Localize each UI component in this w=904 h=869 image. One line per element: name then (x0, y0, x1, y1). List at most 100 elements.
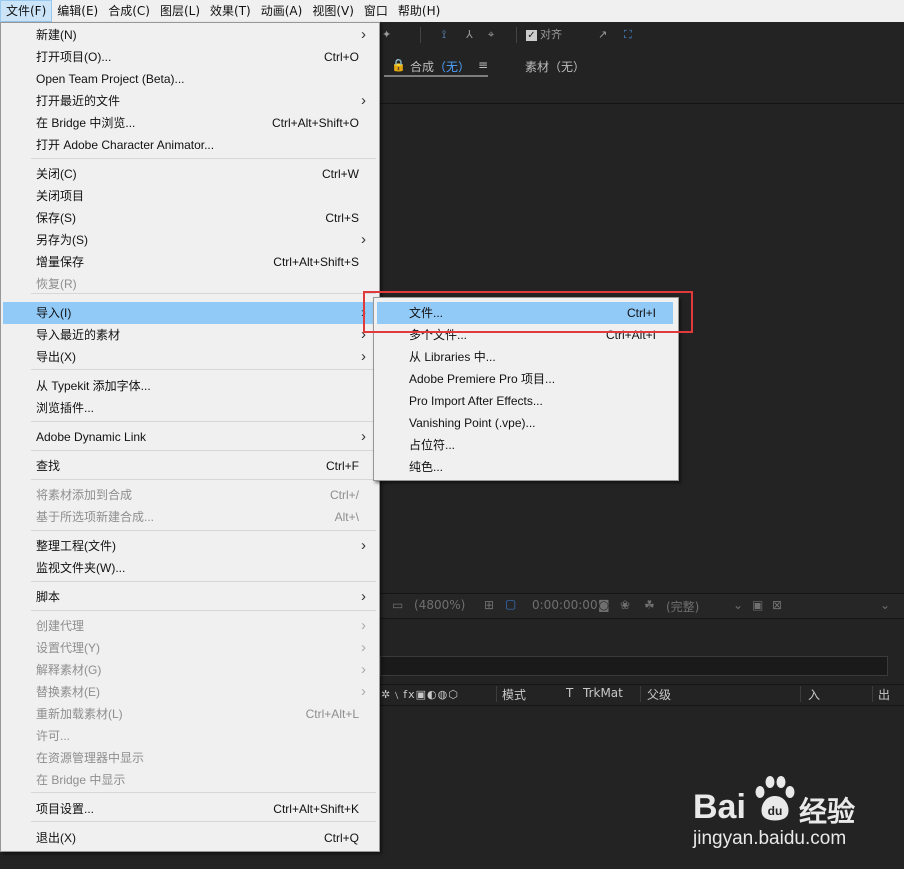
menu-item-close-project[interactable]: 关闭项目 (3, 185, 376, 207)
menu-item-license[interactable]: 许可... (3, 725, 376, 747)
snap-features-icon[interactable]: ⛶ (624, 26, 632, 44)
menu-item-close[interactable]: 关闭(C) Ctrl+W (3, 163, 376, 185)
column-in[interactable]: 入 (808, 686, 820, 703)
menu-item-add-fonts-typekit[interactable]: 从 Typekit 添加字体... (3, 375, 376, 397)
region-icon[interactable]: ▢ (505, 597, 516, 611)
camera-icon[interactable]: ◙ (598, 598, 610, 612)
chevron-right-icon: › (361, 537, 366, 554)
menu-effect[interactable]: 效果(T) (205, 0, 256, 22)
monitor-icon[interactable]: ▭ (392, 598, 403, 612)
menu-item-label: 导入(I) (36, 306, 72, 320)
submenu-item-label: 纯色... (409, 460, 444, 474)
menu-item-save[interactable]: 保存(S) Ctrl+S (3, 207, 376, 229)
color-wheel-icon[interactable]: ❀ (620, 598, 630, 612)
menu-item-new-comp-from-selection[interactable]: 基于所选项新建合成... Alt+\ (3, 506, 376, 528)
menu-view[interactable]: 视图(V) (307, 0, 359, 22)
menu-item-shortcut: Ctrl+Alt+Shift+O (271, 116, 359, 130)
menu-animation[interactable]: 动画(A) (256, 0, 308, 22)
menu-item-scripts[interactable]: 脚本 › (3, 586, 376, 608)
transparency-grid-icon[interactable]: ⊠ (772, 598, 782, 612)
menu-item-label: 将素材添加到合成 (36, 488, 133, 502)
column-out[interactable]: 出 (878, 686, 890, 703)
submenu-item-pro-import-after-effects[interactable]: Pro Import After Effects... (377, 390, 673, 412)
menu-separator (31, 530, 376, 531)
menu-edit[interactable]: 编辑(E) (52, 0, 103, 22)
menu-item-watch-folder[interactable]: 监视文件夹(W)... (3, 557, 376, 579)
zoom-dropdown[interactable]: (4800%) (414, 598, 465, 612)
svg-text:du: du (768, 804, 783, 818)
menu-item-import-recent-footage[interactable]: 导入最近的素材 › (3, 324, 376, 346)
menu-item-open-project[interactable]: 打开项目(O)... Ctrl+O (3, 46, 376, 68)
world-axis-icon[interactable]: ⅄ (466, 26, 473, 44)
submenu-item-label: Vanishing Point (.vpe)... (409, 416, 536, 430)
menu-window[interactable]: 窗口 (359, 0, 393, 22)
lock-icon[interactable]: 🔒 (391, 58, 406, 72)
grid-icon[interactable]: ⊞ (484, 598, 494, 612)
menu-item-increment-save[interactable]: 增量保存 Ctrl+Alt+Shift+S (3, 251, 376, 273)
submenu-item-from-libraries[interactable]: 从 Libraries 中... (377, 346, 673, 368)
menu-item-export[interactable]: 导出(X) › (3, 346, 376, 368)
menu-item-open-recent[interactable]: 打开最近的文件 › (3, 90, 376, 112)
menu-item-project-settings[interactable]: 项目设置... Ctrl+Alt+Shift+K (3, 798, 376, 820)
menu-item-dynamic-link[interactable]: Adobe Dynamic Link › (3, 426, 376, 448)
channels-icon[interactable]: ☘ (644, 598, 655, 612)
snap-checkbox[interactable]: ✓ 对齐 (526, 26, 562, 44)
chevron-down-icon[interactable]: ⌄ (733, 598, 743, 612)
puppet-pin-icon[interactable]: ✦ (382, 26, 391, 44)
chevron-down-icon[interactable]: ⌄ (880, 598, 890, 612)
timeline-search-input[interactable] (380, 656, 888, 676)
menu-layer[interactable]: 图层(L) (155, 0, 205, 22)
menu-item-revert[interactable]: 恢复(R) (3, 273, 376, 295)
menu-item-create-proxy[interactable]: 创建代理 › (3, 615, 376, 637)
column-t[interactable]: T (566, 686, 573, 700)
menu-item-dependencies[interactable]: 整理工程(文件) › (3, 535, 376, 557)
paw-logo-icon: du (755, 776, 795, 821)
column-mode[interactable]: 模式 (502, 686, 526, 703)
menu-item-reveal-in-bridge[interactable]: 在 Bridge 中显示 (3, 769, 376, 791)
menu-item-import[interactable]: 导入(I) › (3, 302, 376, 324)
tab-composition[interactable]: 合成（无） (410, 58, 470, 75)
snap-edges-icon[interactable]: ↗ (598, 26, 607, 44)
toolbar-divider (516, 27, 517, 43)
layer-switches-icons[interactable]: ✲﹨fx▣◐◍⬡ (381, 686, 459, 702)
menu-item-label: Adobe Dynamic Link (36, 430, 147, 444)
menu-item-browse-plugins[interactable]: 浏览插件... (3, 397, 376, 419)
menu-item-add-footage-to-comp[interactable]: 将素材添加到合成 Ctrl+/ (3, 484, 376, 506)
column-trkmat[interactable]: TrkMat (583, 686, 623, 700)
local-axis-icon[interactable]: ⟟ (442, 26, 446, 44)
region-of-interest-icon[interactable]: ▣ (752, 598, 763, 612)
column-parent[interactable]: 父级 (647, 686, 671, 703)
submenu-item-premiere-pro-project[interactable]: Adobe Premiere Pro 项目... (377, 368, 673, 390)
menu-item-label: 在资源管理器中显示 (36, 751, 145, 765)
menu-item-open-team-project[interactable]: Open Team Project (Beta)... (3, 68, 376, 90)
menu-item-replace-footage[interactable]: 替换素材(E) › (3, 681, 376, 703)
menu-composition[interactable]: 合成(C) (103, 0, 155, 22)
resolution-dropdown[interactable]: (完整) (666, 598, 699, 615)
menu-item-save-as[interactable]: 另存为(S) › (3, 229, 376, 251)
submenu-item-vanishing-point[interactable]: Vanishing Point (.vpe)... (377, 412, 673, 434)
menu-item-set-proxy[interactable]: 设置代理(Y) › (3, 637, 376, 659)
submenu-item-placeholder[interactable]: 占位符... (377, 434, 673, 456)
menu-file[interactable]: 文件(F) (0, 0, 53, 22)
menu-item-reload-footage[interactable]: 重新加载素材(L) Ctrl+Alt+L (3, 703, 376, 725)
submenu-item-solid[interactable]: 纯色... (377, 456, 673, 478)
menu-item-reveal-in-explorer[interactable]: 在资源管理器中显示 (3, 747, 376, 769)
menu-item-exit[interactable]: 退出(X) Ctrl+Q (3, 827, 376, 849)
menu-item-label: 脚本 (36, 590, 61, 604)
view-axis-icon[interactable]: ⌖ (488, 26, 494, 44)
menu-item-new[interactable]: 新建(N) › (3, 24, 376, 46)
menu-separator (31, 421, 376, 422)
menu-item-label: 增量保存 (36, 255, 85, 269)
panel-menu-icon[interactable]: ≡ (478, 58, 488, 72)
baidu-jingyan-watermark: Bai du 经验 jingyan.baidu.com (693, 768, 893, 858)
menu-item-interpret-footage[interactable]: 解释素材(G) › (3, 659, 376, 681)
tab-footage[interactable]: 素材（无） (525, 58, 585, 75)
timecode-display[interactable]: 0:00:00:00 (532, 598, 598, 612)
checkbox-icon: ✓ (526, 29, 537, 41)
menu-item-browse-in-bridge[interactable]: 在 Bridge 中浏览... Ctrl+Alt+Shift+O (3, 112, 376, 134)
menu-separator (31, 293, 376, 294)
menu-help[interactable]: 帮助(H) (393, 0, 445, 22)
menu-item-open-character-animator[interactable]: 打开 Adobe Character Animator... (3, 134, 376, 156)
chevron-right-icon: › (361, 92, 366, 109)
menu-item-find[interactable]: 查找 Ctrl+F (3, 455, 376, 477)
